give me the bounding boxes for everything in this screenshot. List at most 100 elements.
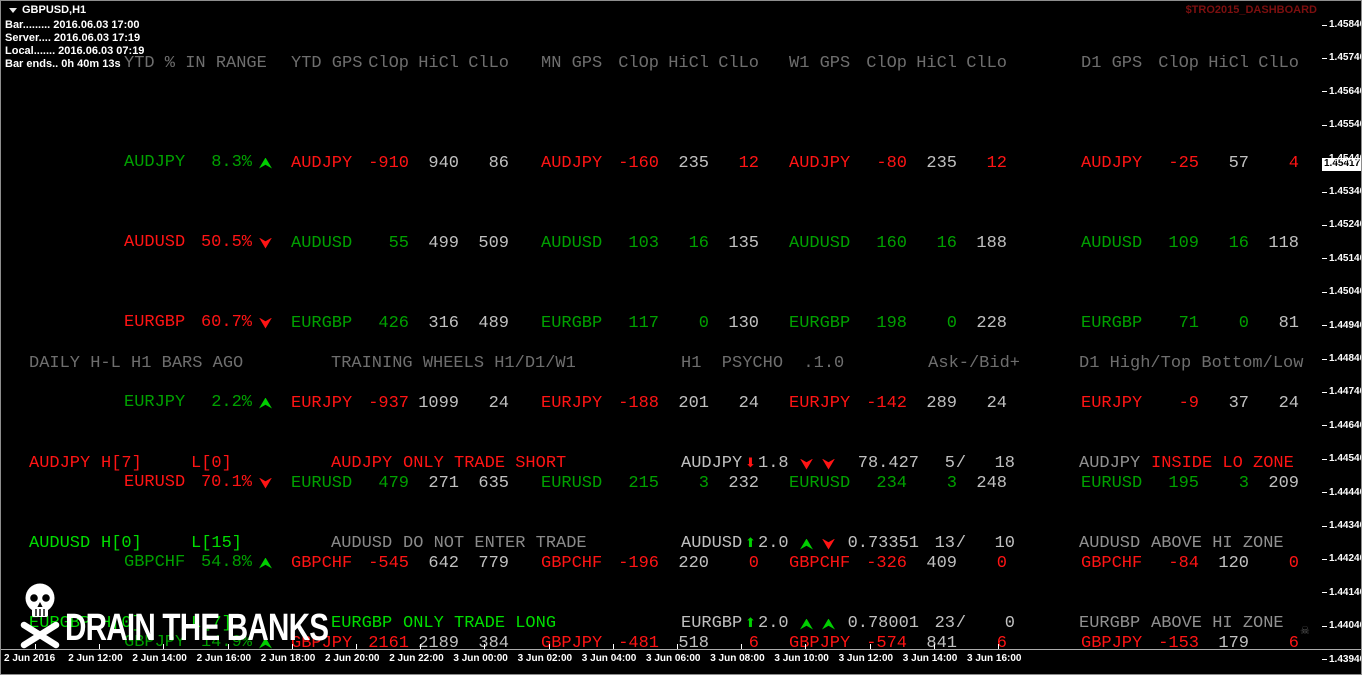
pair-price: 0.73351: [847, 534, 919, 553]
time-label: 3 Jun 04:00: [581, 653, 637, 664]
pair-label: AUDUSD: [331, 534, 393, 553]
psycho-value: 1.8: [758, 454, 789, 473]
cllo-value: 12: [738, 154, 759, 173]
psycho-table: H1 PSYCHO .1.0 Ask-/Bid+ AUDJPY 1.8 78.4…: [671, 314, 1020, 674]
gps-title: D1 GPS: [1081, 54, 1143, 73]
price-label: 1.45240: [1329, 219, 1362, 231]
ask-bid-separator: /: [955, 534, 967, 553]
time-label: 3 Jun 14:00: [902, 653, 958, 664]
gps-row: AUDJPY -25 57 4: [1071, 154, 1299, 174]
col-header-clop: ClOp: [368, 54, 409, 73]
price-label: 1.44340: [1329, 520, 1362, 531]
col-header-clop: ClOp: [1158, 54, 1199, 73]
clop-value: 215: [628, 474, 659, 493]
trade-advice: DO NOT ENTER TRADE: [403, 534, 587, 553]
time-label: 2 Jun 20:00: [325, 653, 380, 664]
training-wheels-table: TRAINING WHEELS H1/D1/W1 AUDJPY ONLY TRA…: [323, 314, 587, 674]
price-label: 1.44240: [1329, 553, 1362, 565]
clop-value: -25: [1168, 154, 1199, 173]
zone-status: INSIDE LO ZONE: [1151, 454, 1294, 473]
time-tick: [869, 644, 871, 649]
ytd-range-percent: 50.5%: [200, 233, 252, 252]
price-label: 1.45340: [1329, 186, 1362, 197]
mt4-chart-window: GBPUSD,H1 Bar......... 2016.06.03 17:00 …: [0, 0, 1362, 675]
gps-header: MN GPS ClOp HiCl ClLo: [531, 54, 759, 74]
chart-symbol-period: GBPUSD,H1: [22, 4, 87, 16]
price-tick: [1322, 525, 1327, 527]
price-tick: [1322, 659, 1327, 661]
time-label: 3 Jun 06:00: [646, 653, 701, 664]
pair-label: AUDUSD: [541, 234, 603, 253]
pair-label: AUDJPY: [1081, 154, 1143, 173]
psycho-title: H1 PSYCHO .1.0: [681, 354, 845, 373]
high-bars-ago: H[7]: [101, 454, 142, 473]
price-tick: [1322, 91, 1327, 93]
ytd-range-row: AUDUSD 50.5%: [114, 233, 272, 253]
time-tick: [805, 644, 807, 649]
momentum-arrow-icon: [822, 618, 835, 630]
price-label: 1.45840: [1329, 19, 1362, 30]
ask-count: 5: [944, 454, 955, 473]
time-label: 2 Jun 12:00: [68, 653, 123, 664]
bid-count: 18: [994, 454, 1015, 473]
price-tick: [1322, 24, 1327, 26]
clop-value: -481: [618, 634, 659, 653]
time-tick: [291, 644, 293, 649]
hicl-value: 940: [428, 154, 459, 173]
chart-titlebar: GBPUSD,H1: [9, 4, 86, 16]
gps-row: AUDUSD 55 499 509: [281, 234, 509, 254]
time-tick: [227, 644, 229, 649]
time-tick: [163, 644, 165, 649]
skull-watermark-icon: ☠: [1300, 624, 1310, 637]
price-tick: [1322, 291, 1327, 293]
price-label: 1.44640: [1329, 419, 1362, 431]
zone-status: ABOVE HI ZONE: [1151, 614, 1284, 633]
skull-crossbones-icon: [20, 583, 60, 649]
time-tick: [420, 644, 422, 649]
zones-header: D1 High/Top Bottom/Low: [1079, 354, 1304, 373]
hicl-value: 235: [678, 154, 709, 173]
pair-label: AUDUSD: [29, 534, 91, 553]
col-header-hicl: HiCl: [418, 54, 459, 73]
psycho-value: 2.0: [758, 534, 789, 553]
col-header-hicl: HiCl: [1208, 54, 1249, 73]
time-label: 2 Jun 22:00: [389, 653, 444, 664]
clop-value: -160: [618, 154, 659, 173]
pair-label: AUDUSD: [1081, 234, 1143, 253]
time-label: 3 Jun 10:00: [774, 653, 829, 664]
time-label: 2 Jun 18:00: [260, 653, 316, 664]
ytd-range-percent: 8.3%: [211, 153, 252, 172]
price-label: 1.45640: [1329, 85, 1362, 97]
price-tick: [1322, 158, 1327, 160]
time-tick: [35, 644, 36, 649]
psycho-row: EURGBP 2.0 0.78001 23 / 0: [671, 614, 1020, 634]
price-label: 1.44940: [1329, 319, 1362, 331]
pair-label: AUDJPY: [331, 454, 393, 473]
clop-value: -196: [618, 554, 659, 573]
ytd-range-row: AUDJPY 8.3%: [114, 153, 272, 173]
daily-hl-row: AUDJPY H[7] L[0]: [19, 454, 243, 474]
gps-title: MN GPS: [541, 54, 603, 73]
col-header-clop: ClOp: [866, 54, 907, 73]
ask-bid-separator: /: [955, 454, 967, 473]
psycho-direction-arrow-icon: [743, 534, 758, 554]
gps-title: W1 GPS: [789, 54, 851, 73]
symbol-dropdown-icon[interactable]: [9, 7, 17, 13]
price-label: 1.44040: [1329, 620, 1362, 632]
pair-label: EURGBP: [1079, 614, 1141, 633]
hicl-value: 16: [688, 234, 709, 253]
price-label: 1.44540: [1329, 453, 1362, 465]
gps-row: AUDJPY -160 235 12: [531, 154, 759, 174]
time-label: 2 Jun 14:00: [132, 653, 187, 664]
col-header-cllo: ClLo: [468, 54, 509, 73]
col-header-clop: ClOp: [618, 54, 659, 73]
bid-count: 10: [994, 534, 1015, 553]
trend-arrow-icon: [259, 317, 272, 329]
training-wheels-row: AUDUSD DO NOT ENTER TRADE: [323, 534, 587, 554]
pair-label: AUDJPY: [541, 154, 603, 173]
time-tick: [612, 644, 614, 649]
clop-value: 109: [1168, 234, 1199, 253]
pair-label: AUDJPY: [124, 153, 186, 172]
bid-count: 0: [1004, 614, 1015, 633]
zone-row: AUDJPY INSIDE LO ZONE: [1069, 454, 1303, 474]
